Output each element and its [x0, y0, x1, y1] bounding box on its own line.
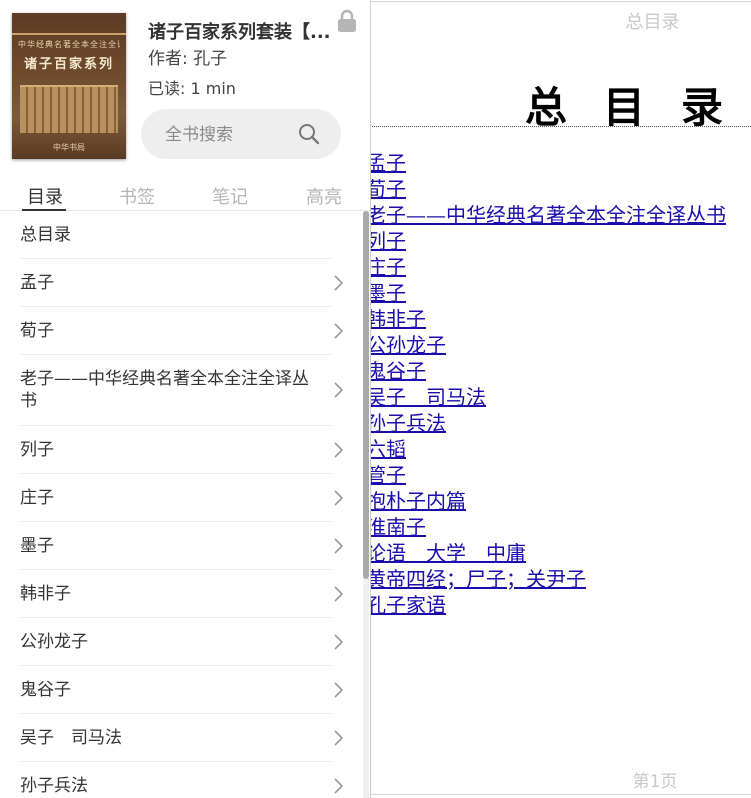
- tab-bookmarks[interactable]: 书签: [102, 183, 172, 209]
- chevron-right-icon[interactable]: [332, 441, 344, 459]
- chevron-right-icon[interactable]: [332, 777, 344, 795]
- reader-toc-link[interactable]: 列子: [366, 229, 406, 253]
- reader-toc-link[interactable]: 墨子: [366, 281, 406, 305]
- toc-item-label: 老子——中华经典名著全本全注全译丛书: [20, 369, 309, 411]
- toc-item-label: 吴子 司马法: [20, 727, 122, 748]
- chevron-right-icon[interactable]: [332, 537, 344, 555]
- toc-item-label: 韩非子: [20, 583, 71, 604]
- reader-toc-entry: 墨子: [366, 280, 726, 306]
- toc-item[interactable]: 公孙龙子: [20, 618, 344, 666]
- cover-publisher: 中华书局: [53, 143, 85, 152]
- reader-toc-entry: 孔子家语: [366, 592, 726, 618]
- toc-item-label: 荀子: [20, 320, 54, 341]
- book-author: 作者: 孔子: [148, 49, 228, 69]
- chevron-right-icon[interactable]: [332, 633, 344, 651]
- toc-item-label: 公孙龙子: [20, 631, 88, 652]
- search-box[interactable]: [141, 109, 341, 159]
- cover-title: 诸子百家系列: [23, 57, 114, 72]
- search-icon[interactable]: [297, 122, 321, 146]
- cover-subtitle: 中华经典名著全本全注全译丛书: [18, 40, 120, 49]
- toc-item-label: 庄子: [20, 487, 54, 508]
- toc-item[interactable]: 吴子 司马法: [20, 714, 344, 762]
- reader-toc-link[interactable]: 老子——中华经典名著全本全注全译丛书: [366, 203, 726, 227]
- toc-item[interactable]: 孟子: [20, 259, 344, 307]
- reader-toc-link[interactable]: 黄帝四经；尸子；关尹子: [366, 567, 586, 591]
- toc-item-label: 墨子: [20, 535, 54, 556]
- reader-toc-link[interactable]: 六韬: [366, 437, 406, 461]
- toc-item[interactable]: 荀子: [20, 307, 344, 355]
- reader-toc-entry: 孟子: [366, 150, 726, 176]
- reader-toc-link[interactable]: 论语 大学 中庸: [366, 541, 526, 565]
- reader-toc-link[interactable]: 管子: [366, 463, 406, 487]
- reader-toc-entry: 淮南子: [366, 514, 726, 540]
- search-input[interactable]: [163, 121, 297, 149]
- toc-item[interactable]: 墨子: [20, 522, 344, 570]
- reader-toc-entry: 抱朴子内篇: [366, 488, 726, 514]
- chevron-right-icon[interactable]: [332, 274, 344, 292]
- reader-toc-links: 孟子 荀子 老子——中华经典名著全本全注全译丛书 列子 庄子 墨子 韩非子 公孙龙子 鬼谷子 吴子…: [366, 150, 726, 618]
- page-border-top: [368, 1, 751, 2]
- cover-book-spines: [20, 85, 118, 133]
- reader-toc-link[interactable]: 淮南子: [366, 515, 426, 539]
- lock-icon[interactable]: [336, 9, 358, 33]
- toc-item[interactable]: 老子——中华经典名著全本全注全译丛书: [20, 355, 344, 426]
- reader-toc-entry: 列子: [366, 228, 726, 254]
- toc-item[interactable]: 列子: [20, 426, 344, 474]
- reader-toc-entry: 老子——中华经典名著全本全注全译丛书: [366, 202, 726, 228]
- toc-item-label: 总目录: [20, 224, 71, 245]
- tab-highlights[interactable]: 高亮: [289, 183, 359, 209]
- toc-item[interactable]: 孙子兵法: [20, 762, 344, 798]
- reader-toc-entry: 吴子 司马法: [366, 384, 726, 410]
- reader-toc-entry: 管子: [366, 462, 726, 488]
- reader-toc-entry: 公孙龙子: [366, 332, 726, 358]
- toc-item-label: 孟子: [20, 272, 54, 293]
- chevron-right-icon[interactable]: [332, 381, 344, 399]
- reader-toc-entry: 黄帝四经；尸子；关尹子: [366, 566, 726, 592]
- reader-toc-entry: 论语 大学 中庸: [366, 540, 726, 566]
- toc-list: 总目录孟子荀子老子——中华经典名著全本全注全译丛书列子庄子墨子韩非子公孙龙子鬼谷…: [0, 211, 362, 798]
- toc-item-label: 孙子兵法: [20, 775, 88, 796]
- heading-divider: [368, 126, 751, 127]
- chevron-right-icon[interactable]: [332, 681, 344, 699]
- reader-toc-link[interactable]: 孙子兵法: [366, 411, 446, 435]
- page-border-bottom: [368, 794, 751, 795]
- sidebar-tabs: 目录 书签 笔记 高亮: [0, 180, 370, 211]
- toc-item[interactable]: 庄子: [20, 474, 344, 522]
- page-header-title: 总目录: [625, 12, 680, 33]
- reader-toc-link[interactable]: 孔子家语: [366, 593, 446, 617]
- reading-progress: 已读: 1 min: [148, 79, 236, 98]
- tab-notes[interactable]: 笔记: [195, 183, 265, 209]
- book-title: 诸子百家系列套装【...: [148, 22, 331, 43]
- chevron-right-icon[interactable]: [332, 585, 344, 603]
- book-sidebar: 中华经典名著全本全注全译丛书 诸子百家系列 中华书局 诸子百家系列套装【... …: [0, 0, 371, 798]
- toc-item[interactable]: 总目录: [20, 211, 332, 259]
- reader-toc-link[interactable]: 抱朴子内篇: [366, 489, 466, 513]
- scrollbar-thumb[interactable]: [363, 211, 369, 579]
- toc-item-label: 鬼谷子: [20, 679, 71, 700]
- toc-scrollbar[interactable]: [363, 211, 369, 798]
- reader-toc-link[interactable]: 韩非子: [366, 307, 426, 331]
- book-cover-image[interactable]: 中华经典名著全本全注全译丛书 诸子百家系列 中华书局: [12, 13, 126, 159]
- reader-toc-link[interactable]: 公孙龙子: [366, 333, 446, 357]
- page-number: 第1页: [632, 772, 678, 792]
- reader-toc-link[interactable]: 庄子: [366, 255, 406, 279]
- reader-toc-link[interactable]: 荀子: [366, 177, 406, 201]
- reader-toc-entry: 鬼谷子: [366, 358, 726, 384]
- toc-item[interactable]: 鬼谷子: [20, 666, 344, 714]
- reader-toc-entry: 韩非子: [366, 306, 726, 332]
- chevron-right-icon[interactable]: [332, 489, 344, 507]
- reader-toc-entry: 孙子兵法: [366, 410, 726, 436]
- reader-toc-entry: 庄子: [366, 254, 726, 280]
- toc-item-label: 列子: [20, 439, 54, 460]
- tab-contents[interactable]: 目录: [10, 183, 80, 209]
- reader-toc-link[interactable]: 孟子: [366, 151, 406, 175]
- reader-toc-link[interactable]: 吴子 司马法: [366, 385, 486, 409]
- chevron-right-icon[interactable]: [332, 729, 344, 747]
- reader-toc-entry: 荀子: [366, 176, 726, 202]
- chevron-right-icon[interactable]: [332, 322, 344, 340]
- toc-item[interactable]: 韩非子: [20, 570, 344, 618]
- cover-band: [12, 33, 126, 35]
- reader-toc-link[interactable]: 鬼谷子: [366, 359, 426, 383]
- reader-toc-entry: 六韬: [366, 436, 726, 462]
